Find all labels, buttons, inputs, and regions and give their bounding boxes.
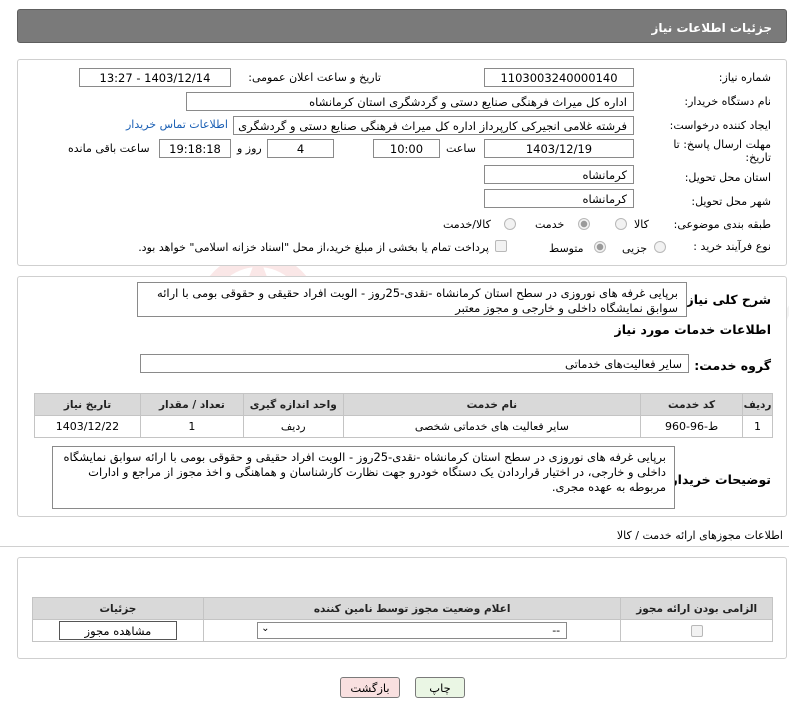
deadline-date-field[interactable]: 1403/12/19 bbox=[484, 139, 634, 158]
buyer-notes-text[interactable]: برپایی غرفه های نوروزی در سطح استان کرما… bbox=[52, 446, 675, 509]
city-label: شهر محل تحویل: bbox=[691, 195, 771, 208]
page-header: جزئیات اطلاعات نیاز bbox=[17, 9, 787, 43]
process-radio-minor[interactable] bbox=[654, 241, 666, 253]
province-field[interactable]: کرمانشاه bbox=[484, 165, 634, 184]
deadline-time-field[interactable]: 10:00 bbox=[373, 139, 440, 158]
category-radio-both[interactable] bbox=[504, 218, 516, 230]
category-radio-goods[interactable] bbox=[615, 218, 627, 230]
summary-text[interactable]: برپایی غرفه های نوروزی در سطح استان کرما… bbox=[137, 282, 687, 317]
deadline-label: مهلت ارسال پاسخ: تا تاریخ: bbox=[673, 138, 771, 164]
permits-table: الزامی بودن ارائه مجوز اعلام وضعیت مجوز … bbox=[32, 597, 773, 642]
category-radio-service[interactable] bbox=[578, 218, 590, 230]
col-code: کد خدمت bbox=[640, 393, 744, 416]
buyer-contact-link[interactable]: اطلاعات تماس خریدار bbox=[126, 118, 228, 131]
cell-unit: ردیف bbox=[242, 415, 344, 438]
table-row: 1 ط-96-960 سایر فعالیت های خدماتی شخصی ر… bbox=[34, 415, 773, 438]
payment-note: پرداخت تمام یا بخشی از مبلغ خرید،از محل … bbox=[138, 241, 489, 254]
cell-name: سایر فعالیت های خدماتی شخصی bbox=[342, 415, 642, 438]
category-label: طبقه بندی موضوعی: bbox=[673, 218, 771, 231]
creator-field[interactable]: فرشته غلامی انجیرکی کارپرداز اداره کل می… bbox=[233, 116, 634, 135]
process-radio-medium[interactable] bbox=[594, 241, 606, 253]
chevron-down-icon: ⌄ bbox=[261, 623, 270, 634]
days-label: روز و bbox=[237, 142, 262, 155]
province-label: استان محل تحویل: bbox=[684, 171, 771, 184]
creator-label: ایجاد کننده درخواست: bbox=[669, 119, 771, 132]
cell-row: 1 bbox=[742, 415, 773, 438]
remaining-time-field[interactable]: 19:18:18 bbox=[159, 139, 231, 158]
col-name: نام خدمت bbox=[342, 393, 642, 416]
buyer-org-label: نام دستگاه خریدار: bbox=[684, 95, 771, 108]
remaining-label: ساعت باقی مانده bbox=[68, 142, 150, 155]
buyer-org-field[interactable]: اداره کل میراث فرهنگی صنایع دستی و گردشگ… bbox=[186, 92, 634, 111]
process-label: نوع فرآیند خرید : bbox=[693, 240, 771, 253]
category-option-service: خدمت bbox=[535, 218, 565, 231]
need-number-label: شماره نیاز: bbox=[718, 71, 771, 84]
col-supplier-status: اعلام وضعیت مجوز توسط نامین کننده bbox=[202, 597, 622, 620]
col-date: تاریخ نیاز bbox=[34, 393, 141, 416]
services-section-title: اطلاعات خدمات مورد نیاز bbox=[614, 322, 772, 337]
permit-status-select[interactable]: -- ⌄ bbox=[257, 622, 568, 639]
print-button[interactable]: چاپ bbox=[415, 677, 465, 698]
buyer-notes-label: توضیحات خریدار: bbox=[665, 472, 771, 487]
city-field[interactable]: کرمانشاه bbox=[484, 189, 634, 208]
permits-divider bbox=[0, 546, 789, 547]
permit-status-value: -- bbox=[552, 624, 561, 637]
cell-qty: 1 bbox=[139, 415, 244, 438]
need-number-field[interactable]: 1103003240000140 bbox=[484, 68, 634, 87]
col-details: جزئیات bbox=[32, 597, 204, 620]
view-permit-button[interactable]: مشاهده مجوز bbox=[58, 621, 177, 640]
col-required: الزامی بودن ارائه مجوز bbox=[620, 597, 773, 620]
cell-code: ط-96-960 bbox=[640, 415, 744, 438]
table-row: -- ⌄ مشاهده مجوز bbox=[32, 619, 773, 642]
required-checkbox[interactable] bbox=[690, 624, 703, 637]
process-option-medium: متوسط bbox=[549, 242, 584, 255]
services-table: ردیف کد خدمت نام خدمت واحد اندازه گیری ت… bbox=[34, 393, 773, 438]
category-option-both: کالا/خدمت bbox=[443, 218, 491, 231]
back-button[interactable]: بازگشت bbox=[340, 677, 400, 698]
deadline-time-label: ساعت bbox=[446, 142, 476, 155]
announce-datetime-label: تاریخ و ساعت اعلان عمومی: bbox=[248, 71, 381, 84]
service-group-field[interactable]: سایر فعالیت‌های خدماتی bbox=[140, 354, 689, 373]
cell-date: 1403/12/22 bbox=[34, 415, 141, 438]
col-unit: واحد اندازه گیری bbox=[242, 393, 344, 416]
permits-section-title: اطلاعات مجوزهای ارائه خدمت / کالا bbox=[616, 529, 783, 542]
days-field[interactable]: 4 bbox=[267, 139, 334, 158]
announce-datetime-field[interactable]: 1403/12/14 - 13:27 bbox=[79, 68, 231, 87]
process-option-minor: جزیی bbox=[622, 242, 648, 255]
category-option-goods: کالا bbox=[634, 218, 649, 231]
service-group-label: گروه خدمت: bbox=[694, 358, 771, 373]
summary-label: شرح کلی نیاز: bbox=[681, 292, 771, 307]
col-qty: تعداد / مقدار bbox=[139, 393, 244, 416]
payment-checkbox[interactable] bbox=[495, 240, 507, 252]
col-row: ردیف bbox=[742, 393, 773, 416]
